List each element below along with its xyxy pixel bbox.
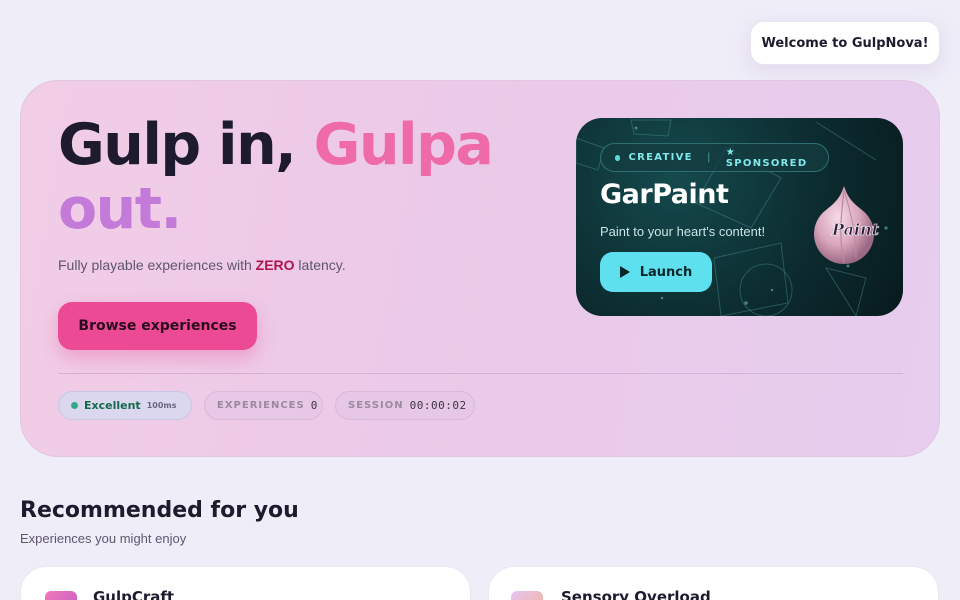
tag-dot-icon: [615, 154, 621, 161]
launch-button[interactable]: Launch: [600, 252, 712, 292]
featured-tags-chip: CREATIVE | ★ SPONSORED: [600, 143, 829, 172]
session-label: SESSION: [348, 400, 404, 411]
hero-subtitle: Fully playable experiences with ZERO lat…: [58, 257, 346, 273]
hero-title-part3: out.: [58, 176, 182, 242]
session-timer-pill: SESSION 00:00:02: [335, 391, 475, 420]
experience-card-gulpcraft[interactable]: GulpCraft: [20, 566, 471, 600]
connection-latency: 100ms: [146, 401, 177, 410]
experience-name: Sensory Overload: [561, 588, 711, 600]
experience-name: GulpCraft: [93, 588, 175, 600]
experience-thumbnail: [45, 591, 77, 600]
hero-title: Gulp in, Gulpa out.: [58, 112, 494, 242]
experiences-count-pill: EXPERIENCES 0: [204, 391, 323, 420]
session-time: 00:00:02: [409, 399, 467, 412]
launch-label: Launch: [639, 264, 693, 280]
tag-creative: CREATIVE: [628, 152, 693, 163]
hero-section: Gulp in, Gulpa out. Fully playable exper…: [20, 80, 940, 457]
hero-subtitle-prefix: Fully playable experiences with: [58, 257, 256, 273]
experience-card-sensory-overload[interactable]: Sensory Overload: [488, 566, 939, 600]
hero-title-part2: Gulpa: [313, 112, 494, 178]
featured-title: GarPaint: [600, 179, 729, 210]
tag-separator: |: [706, 152, 712, 163]
tag-sponsored: ★ SPONSORED: [725, 146, 808, 169]
welcome-badge: Welcome to GulpNova!: [750, 21, 940, 65]
hero-title-part1: Gulp in,: [58, 112, 314, 178]
connection-quality: Excellent: [84, 399, 141, 412]
hero-subtitle-emphasis: ZERO: [255, 257, 295, 273]
featured-description: Paint to your heart's content!: [600, 224, 766, 239]
logo-text: Paint: [831, 220, 880, 239]
browse-experiences-button[interactable]: Browse experiences: [58, 302, 257, 350]
hero-subtitle-suffix: latency.: [294, 257, 346, 273]
experience-thumbnail: [511, 591, 543, 600]
garpaint-logo-icon: Paint: [814, 186, 880, 264]
status-dot-icon: [71, 402, 78, 409]
experiences-label: EXPERIENCES: [217, 400, 305, 411]
recommended-subtitle: Experiences you might enjoy: [20, 531, 187, 546]
play-icon: [619, 266, 630, 278]
recommended-title: Recommended for you: [20, 498, 299, 523]
connection-status-pill: Excellent 100ms: [58, 391, 192, 420]
featured-experience-card[interactable]: CREATIVE | ★ SPONSORED GarPaint Paint to…: [576, 118, 903, 316]
experiences-count: 0: [310, 399, 318, 412]
hero-divider: [58, 373, 903, 374]
